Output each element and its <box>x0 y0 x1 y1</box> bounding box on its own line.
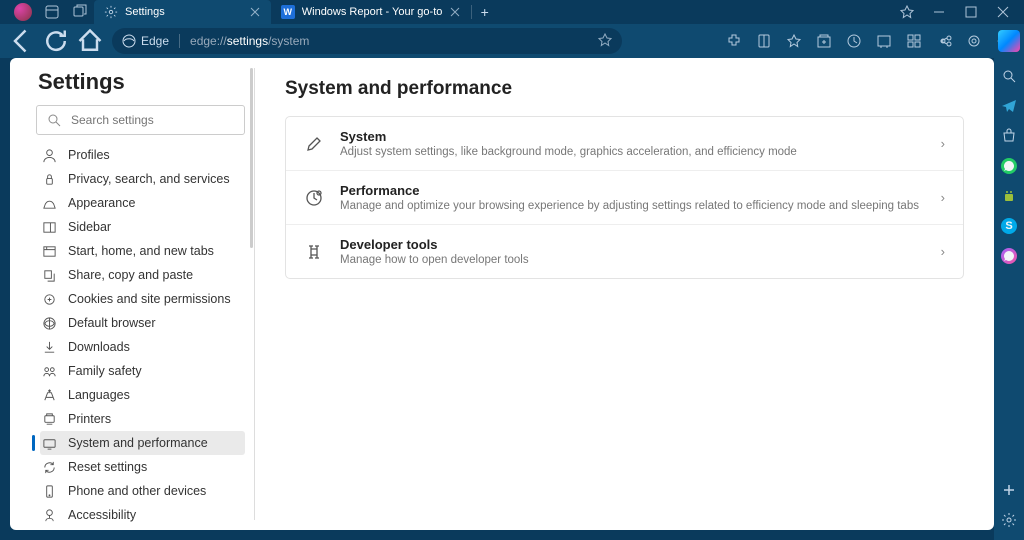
nav-icon <box>42 196 57 211</box>
favorites-icon[interactable] <box>786 33 802 49</box>
sidebar-item-start-home-and-new-tabs[interactable]: Start, home, and new tabs <box>40 239 245 263</box>
nav-icon <box>42 436 57 451</box>
tab-actions-icon[interactable] <box>72 4 88 20</box>
back-button[interactable] <box>8 27 36 55</box>
nav-icon <box>42 316 57 331</box>
sidebar-item-downloads[interactable]: Downloads <box>40 335 245 359</box>
sidebar-item-about-microsoft-edge[interactable]: About Microsoft Edge <box>40 527 245 530</box>
shopping-icon[interactable] <box>1001 128 1017 144</box>
site-favicon: W <box>281 5 295 19</box>
apps-icon[interactable] <box>906 33 922 49</box>
sidebar-item-family-safety[interactable]: Family safety <box>40 359 245 383</box>
search-input[interactable] <box>36 105 245 135</box>
section-system[interactable]: SystemAdjust system settings, like backg… <box>286 117 963 170</box>
edge-sidebar: S <box>994 58 1024 540</box>
messenger-icon[interactable] <box>1001 248 1017 264</box>
titlebar: Settings W Windows Report - Your go-to s… <box>0 0 1024 24</box>
close-icon[interactable] <box>449 6 461 18</box>
search-icon <box>47 113 61 127</box>
sidebar-item-accessibility[interactable]: Accessibility <box>40 503 245 527</box>
refresh-button[interactable] <box>42 27 70 55</box>
page-content: Settings ProfilesPrivacy, search, and se… <box>10 58 994 530</box>
nav-icon <box>42 508 57 523</box>
nav-icon <box>42 364 57 379</box>
edge-icon <box>122 34 136 48</box>
settings-main: System and performance SystemAdjust syst… <box>255 58 994 530</box>
nav-icon <box>42 220 57 235</box>
sidebar-title: Settings <box>38 69 245 95</box>
section-icon <box>304 242 324 262</box>
toolbar: Edge edge://settings/system <box>0 24 1024 58</box>
address-prefix: Edge <box>141 34 169 48</box>
chevron-right-icon: › <box>941 244 945 259</box>
minimize-icon[interactable] <box>932 5 946 19</box>
sidebar-item-system-and-performance[interactable]: System and performance <box>40 431 245 455</box>
tab-label: Windows Report - Your go-to sou <box>302 6 442 18</box>
section-icon <box>304 188 324 208</box>
close-icon[interactable] <box>249 6 261 18</box>
nav-icon <box>42 412 57 427</box>
new-tab-button[interactable]: + <box>472 0 498 24</box>
scrollbar-thumb[interactable] <box>250 68 253 248</box>
nav-icon <box>42 388 57 403</box>
tab-label: Settings <box>125 6 165 18</box>
extensions-icon[interactable] <box>726 33 742 49</box>
screenshot-icon[interactable] <box>876 33 892 49</box>
add-rail-icon[interactable] <box>1001 482 1017 498</box>
section-performance[interactable]: PerformanceManage and optimize your brow… <box>286 170 963 224</box>
sidebar-item-phone-and-other-devices[interactable]: Phone and other devices <box>40 479 245 503</box>
nav-icon <box>42 484 57 499</box>
sidebar-item-languages[interactable]: Languages <box>40 383 245 407</box>
share-icon[interactable] <box>936 33 952 49</box>
chevron-right-icon: › <box>941 190 945 205</box>
settings-rail-icon[interactable] <box>1001 512 1017 528</box>
nav-icon <box>42 292 57 307</box>
sidebar-item-default-browser[interactable]: Default browser <box>40 311 245 335</box>
whatsapp-icon[interactable] <box>1001 158 1017 174</box>
sidebar-item-printers[interactable]: Printers <box>40 407 245 431</box>
history-icon[interactable] <box>846 33 862 49</box>
android-icon[interactable] <box>1001 188 1017 204</box>
section-icon <box>304 134 324 154</box>
workspaces-icon[interactable] <box>44 4 60 20</box>
gear-icon <box>104 5 118 19</box>
sidebar-item-profiles[interactable]: Profiles <box>40 143 245 167</box>
copilot-button[interactable] <box>998 30 1020 52</box>
rewards-icon[interactable] <box>900 5 914 19</box>
telegram-icon[interactable] <box>1001 98 1017 114</box>
skype-icon[interactable]: S <box>1001 218 1017 234</box>
read-aloud-icon[interactable] <box>756 33 772 49</box>
maximize-icon[interactable] <box>964 5 978 19</box>
section-developer-tools[interactable]: Developer toolsManage how to open develo… <box>286 224 963 278</box>
home-button[interactable] <box>76 27 104 55</box>
sidebar-item-appearance[interactable]: Appearance <box>40 191 245 215</box>
sidebar-item-cookies-and-site-permissions[interactable]: Cookies and site permissions <box>40 287 245 311</box>
nav-icon <box>42 244 57 259</box>
nav-icon <box>42 148 57 163</box>
nav-icon <box>42 172 57 187</box>
sidebar-item-privacy-search-and-services[interactable]: Privacy, search, and services <box>40 167 245 191</box>
nav-icon <box>42 268 57 283</box>
tab-strip: Settings W Windows Report - Your go-to s… <box>94 0 498 24</box>
nav-icon <box>42 340 57 355</box>
tab-windows-report[interactable]: W Windows Report - Your go-to sou <box>271 0 471 24</box>
performance-icon[interactable] <box>966 33 982 49</box>
search-rail-icon[interactable] <box>1001 68 1017 84</box>
collections-icon[interactable] <box>816 33 832 49</box>
address-bar[interactable]: Edge edge://settings/system <box>112 28 622 54</box>
sidebar-item-reset-settings[interactable]: Reset settings <box>40 455 245 479</box>
settings-sidebar: Settings ProfilesPrivacy, search, and se… <box>10 58 255 530</box>
profile-avatar[interactable] <box>14 3 32 21</box>
chevron-right-icon: › <box>941 136 945 151</box>
sidebar-item-sidebar[interactable]: Sidebar <box>40 215 245 239</box>
page-title: System and performance <box>285 78 964 100</box>
nav-icon <box>42 460 57 475</box>
tab-settings[interactable]: Settings <box>94 0 271 24</box>
settings-card: SystemAdjust system settings, like backg… <box>285 116 964 279</box>
sidebar-item-share-copy-and-paste[interactable]: Share, copy and paste <box>40 263 245 287</box>
window-close-icon[interactable] <box>996 5 1010 19</box>
favorite-icon[interactable] <box>598 33 612 50</box>
